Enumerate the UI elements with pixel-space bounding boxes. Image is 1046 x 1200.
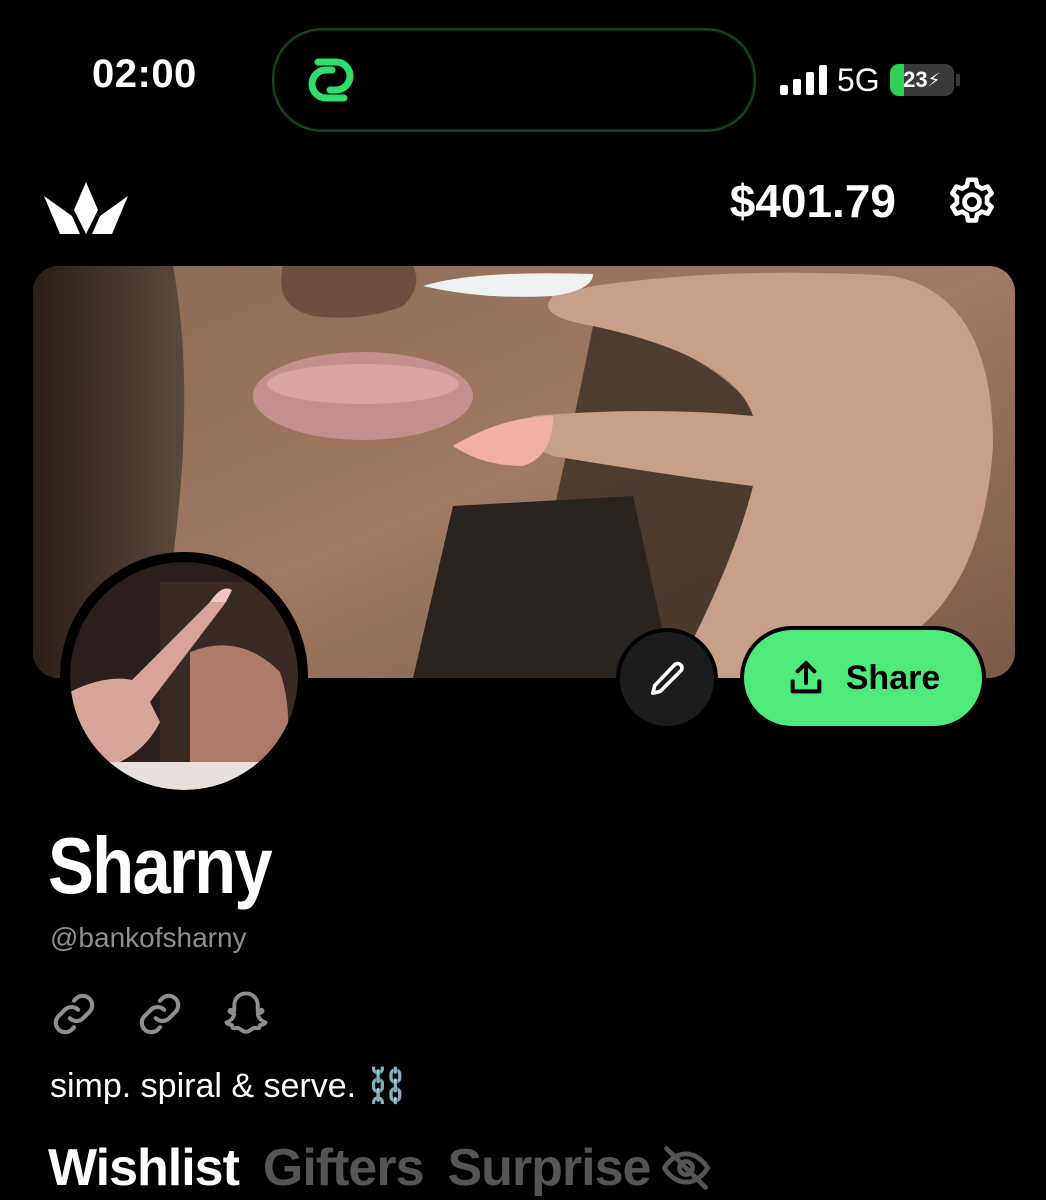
social-links (46, 986, 274, 1042)
battery-icon: 23 ⚡ (889, 64, 954, 96)
network-type: 5G (837, 61, 880, 98)
status-indicators: 5G 23 ⚡ (780, 58, 960, 102)
profile-avatar[interactable] (60, 552, 308, 800)
gear-icon (950, 177, 994, 223)
profile-handle: @bankofsharny (50, 922, 247, 953)
profile-name: Sharny (48, 821, 273, 910)
share-button-label: Share (845, 658, 941, 697)
link-icon (139, 993, 181, 1035)
battery-tip (955, 74, 960, 86)
pencil-icon (651, 661, 684, 695)
snapchat-icon (224, 991, 268, 1034)
external-link-button-2[interactable] (132, 986, 188, 1042)
link-icon (53, 993, 95, 1035)
edit-profile-button[interactable] (616, 628, 718, 730)
crown-logo-icon[interactable] (42, 180, 130, 236)
battery-percentage: 23 ⚡ (903, 67, 941, 92)
profile-bio: simp. spiral & serve. ⛓️ (50, 1067, 408, 1105)
status-time: 02:00 (92, 52, 197, 96)
avatar-image (70, 562, 298, 790)
cellular-signal-icon (780, 65, 827, 95)
settings-button[interactable] (938, 168, 1006, 236)
tab-gifters[interactable]: Gifters (263, 1138, 425, 1198)
tab-surprise[interactable]: Surprise (448, 1138, 652, 1198)
chain-link-logo-icon (308, 58, 354, 102)
external-link-button-1[interactable] (46, 986, 102, 1042)
wallet-balance[interactable]: $401.79 (700, 174, 896, 228)
profile-tabs: Wishlist Gifters Surprise (48, 1138, 712, 1198)
snapchat-link-button[interactable] (218, 986, 274, 1042)
share-upload-icon (790, 661, 822, 694)
share-button[interactable]: Share (740, 626, 986, 730)
hidden-eye-icon (660, 1142, 712, 1194)
tab-wishlist[interactable]: Wishlist (48, 1138, 240, 1198)
dynamic-island (272, 28, 756, 132)
